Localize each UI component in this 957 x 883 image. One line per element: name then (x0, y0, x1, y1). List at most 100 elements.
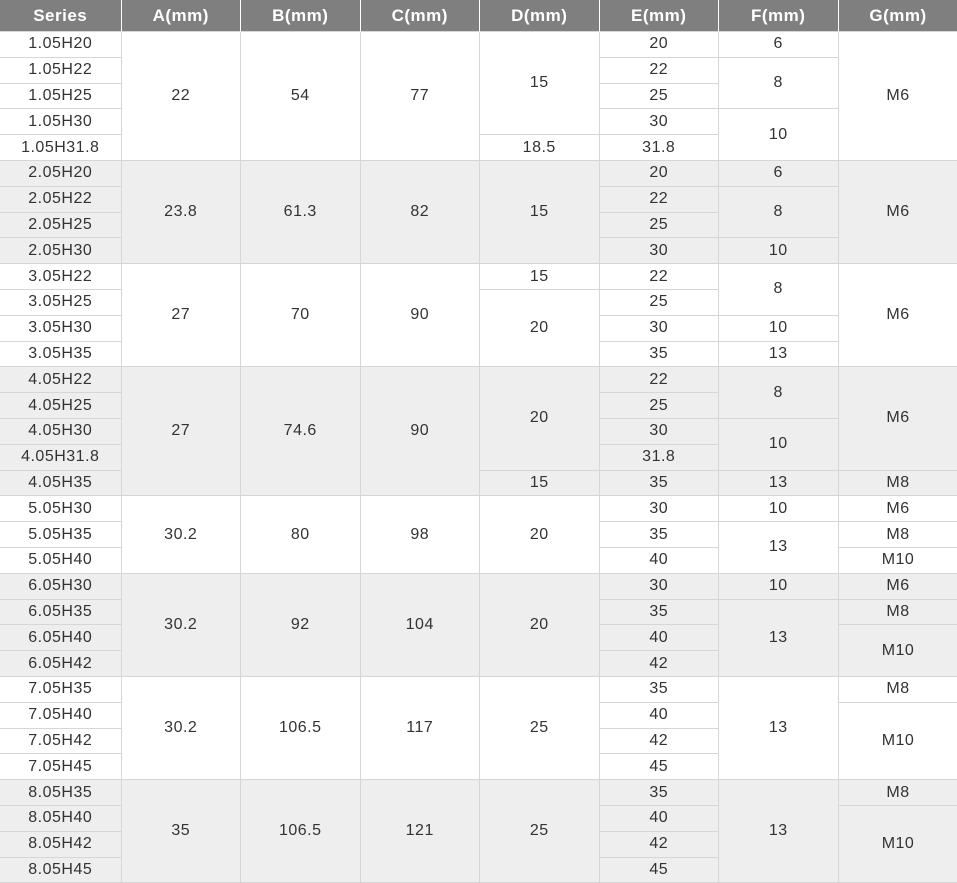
table-row: 1.05H20 22 54 77 15 20 6 M6 (0, 30, 957, 161)
a-dimension-cell: 30.2 (120, 675, 241, 781)
g-dimension-cell: M10 (837, 804, 957, 883)
series-cell: 6.05H30 (0, 572, 122, 600)
d-dimension-cell: 20 (479, 572, 600, 677)
series-cell: 1.05H20 (0, 31, 122, 58)
series-cell: 4.05H31.8 (0, 443, 122, 471)
f-dimension-cell: 13 (718, 340, 838, 368)
e-dimension-cell: 30 (598, 108, 719, 136)
c-dimension-cell: 90 (359, 263, 480, 368)
e-dimension-cell: 20 (598, 31, 719, 58)
d-dimension-cell: 25 (479, 779, 600, 883)
b-dimension-cell: 74.6 (240, 366, 361, 497)
f-dimension-cell: 8 (718, 56, 838, 110)
e-dimension-cell: 35 (598, 340, 719, 368)
f-dimension-cell: 10 (718, 237, 838, 265)
e-dimension-cell: 30 (598, 495, 719, 523)
series-cell: 5.05H40 (0, 546, 122, 574)
e-dimension-cell: 40 (598, 804, 719, 832)
series-cell: 6.05H42 (0, 650, 122, 677)
series-cell: 7.05H42 (0, 727, 122, 755)
header-f: F(mm) (718, 0, 838, 32)
f-dimension-cell: 8 (718, 263, 839, 316)
d-dimension-cell: 25 (479, 675, 600, 781)
series-cell: 2.05H20 (0, 159, 122, 187)
a-dimension-cell: 27 (120, 366, 241, 497)
b-dimension-cell: 61.3 (240, 159, 361, 265)
series-cell: 6.05H40 (0, 624, 122, 652)
g-dimension-cell: M8 (837, 598, 957, 626)
e-dimension-cell: 30 (598, 417, 719, 445)
series-cell: 2.05H30 (0, 237, 122, 265)
d-dimension-cell: 20 (479, 366, 600, 471)
table-row: 2.05H20 23.8 61.3 82 15 20 6 M6 (0, 159, 957, 265)
series-cell: 1.05H22 (0, 56, 122, 84)
a-dimension-cell: 35 (120, 779, 241, 883)
a-dimension-cell: 27 (120, 263, 241, 368)
series-cell: 5.05H30 (0, 495, 122, 523)
d-dimension-cell: 15 (479, 263, 600, 290)
a-dimension-cell: 22 (120, 31, 241, 161)
f-dimension-cell: 13 (718, 779, 839, 883)
header-d: D(mm) (479, 0, 599, 32)
c-dimension-cell: 121 (359, 779, 480, 883)
e-dimension-cell: 42 (598, 727, 719, 755)
series-cell: 3.05H30 (0, 314, 122, 342)
series-cell: 3.05H25 (0, 288, 122, 316)
f-dimension-cell: 10 (718, 495, 839, 523)
e-dimension-cell: 35 (598, 779, 719, 806)
g-dimension-cell: M8 (837, 469, 957, 497)
b-dimension-cell: 92 (240, 572, 361, 677)
series-cell: 2.05H22 (0, 185, 122, 213)
g-dimension-cell: M6 (837, 366, 957, 471)
series-cell: 3.05H22 (0, 263, 122, 290)
series-cell: 4.05H25 (0, 392, 122, 419)
header-c: C(mm) (359, 0, 480, 32)
g-dimension-cell: M6 (837, 159, 957, 265)
d-dimension-cell: 15 (479, 469, 600, 497)
e-dimension-cell: 22 (598, 56, 719, 84)
e-dimension-cell: 42 (598, 830, 719, 858)
table-row: 8.05H35 35 106.5 121 25 35 13 M8 (0, 779, 957, 883)
e-dimension-cell: 35 (598, 469, 719, 497)
g-dimension-cell: M8 (837, 675, 957, 703)
table-row: 3.05H22 27 70 90 15 22 8 M6 (0, 263, 957, 368)
g-dimension-cell: M6 (837, 263, 957, 368)
e-dimension-cell: 22 (598, 263, 719, 290)
table-row: 6.05H30 30.2 92 104 20 30 10 M6 (0, 572, 957, 677)
g-dimension-cell: M6 (837, 572, 957, 600)
f-dimension-cell: 8 (718, 185, 838, 239)
d-dimension-cell: 15 (479, 159, 600, 265)
header-b: B(mm) (240, 0, 360, 32)
header-a: A(mm) (120, 0, 241, 32)
e-dimension-cell: 35 (598, 598, 719, 626)
table-row: 4.05H22 27 74.6 90 20 22 8 M6 (0, 366, 957, 497)
g-dimension-cell: M10 (837, 546, 957, 574)
f-dimension-cell: 13 (718, 598, 839, 677)
d-dimension-cell: 18.5 (479, 134, 600, 161)
b-dimension-cell: 106.5 (240, 779, 361, 883)
series-cell: 7.05H45 (0, 753, 122, 781)
a-dimension-cell: 23.8 (120, 159, 241, 265)
f-dimension-cell: 13 (718, 469, 839, 497)
b-dimension-cell: 54 (240, 31, 361, 161)
header-e: E(mm) (598, 0, 719, 32)
e-dimension-cell: 31.8 (598, 443, 719, 471)
c-dimension-cell: 82 (359, 159, 480, 265)
b-dimension-cell: 70 (240, 263, 361, 368)
e-dimension-cell: 45 (598, 856, 719, 883)
g-dimension-cell: M6 (837, 495, 957, 523)
series-cell: 8.05H35 (0, 779, 122, 806)
f-dimension-cell: 6 (718, 159, 839, 187)
c-dimension-cell: 90 (359, 366, 480, 497)
series-cell: 2.05H25 (0, 211, 122, 239)
e-dimension-cell: 22 (598, 185, 719, 213)
e-dimension-cell: 25 (598, 82, 719, 110)
g-dimension-cell: M10 (837, 701, 957, 781)
e-dimension-cell: 40 (598, 701, 719, 729)
table-row: 7.05H35 30.2 106.5 117 25 35 13 M8 (0, 675, 957, 781)
e-dimension-cell: 30 (598, 314, 719, 342)
e-dimension-cell: 45 (598, 753, 719, 781)
f-dimension-cell: 10 (718, 572, 839, 600)
c-dimension-cell: 77 (359, 31, 480, 161)
e-dimension-cell: 22 (598, 366, 719, 394)
